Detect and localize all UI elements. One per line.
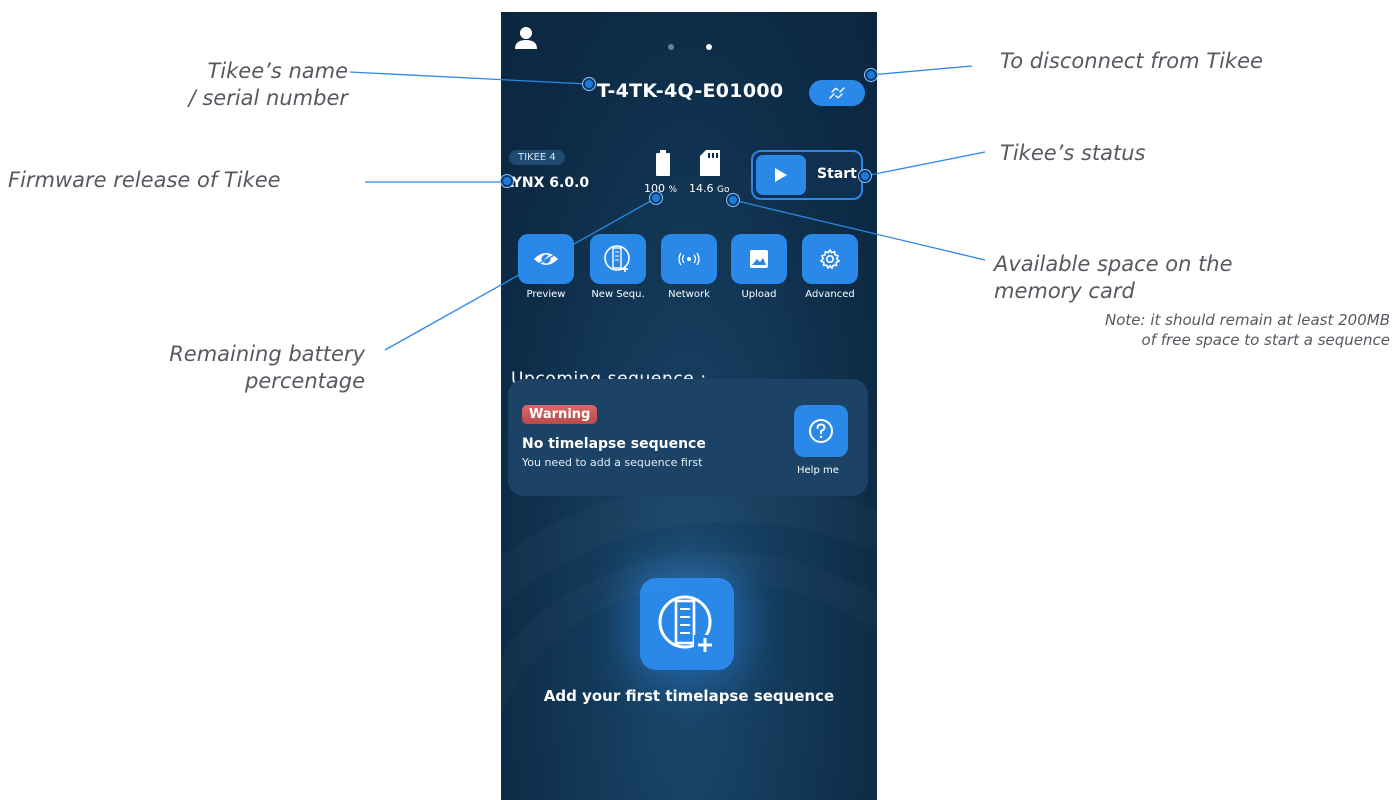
marker-serial <box>583 78 595 90</box>
marker-status <box>859 170 871 182</box>
preview-label: Preview <box>526 289 566 300</box>
warning-text: You need to add a sequence first <box>522 456 703 469</box>
user-icon[interactable] <box>515 26 537 50</box>
start-button-label: Start <box>817 166 857 182</box>
preview-button[interactable]: Preview <box>515 234 577 300</box>
annotation-firmware: Firmware release of Tikee <box>8 168 281 192</box>
play-box <box>756 155 806 195</box>
battery-icon <box>656 150 670 176</box>
annotation-space-line2: memory card <box>994 279 1135 303</box>
battery-unit: % <box>668 185 678 195</box>
warning-title: No timelapse sequence <box>522 436 706 452</box>
annotation-battery: Remaining battery percentage <box>80 341 365 395</box>
storage-value: 14.6 <box>689 182 714 195</box>
start-button[interactable]: Start <box>751 150 863 200</box>
page-dot-active[interactable] <box>706 44 712 50</box>
new-sequence-label: New Sequ. <box>591 289 645 300</box>
annotation-name: Tikee’s name / serial number <box>100 58 348 112</box>
network-button[interactable]: Network <box>658 234 720 300</box>
gear-icon <box>819 248 841 270</box>
storage-unit: Go <box>717 185 730 195</box>
marker-firmware <box>501 175 513 187</box>
annotation-name-line1: Tikee’s name <box>207 59 348 83</box>
marker-disconnect <box>865 69 877 81</box>
annotation-disconnect: To disconnect from Tikee <box>1000 49 1263 73</box>
firmware-version: LYNX 6.0.0 <box>505 175 590 191</box>
action-bar: Preview New Sequ. Network Upload Advance… <box>501 234 877 304</box>
annotation-battery-line1: Remaining battery <box>169 342 365 366</box>
annotation-space: Available space on the memory card <box>994 251 1334 305</box>
question-icon <box>809 419 833 443</box>
warning-badge: Warning <box>522 405 598 424</box>
advanced-button[interactable]: Advanced <box>799 234 861 300</box>
upcoming-card: Warning No timelapse sequence You need t… <box>508 379 868 496</box>
storage-available: 14.6 Go <box>689 182 729 195</box>
film-add-icon <box>604 245 630 272</box>
annotation-note-line2: of free space to start a sequence <box>1141 331 1390 349</box>
page-dot-inactive[interactable] <box>668 44 674 50</box>
eye-icon <box>534 253 558 265</box>
play-icon <box>775 168 787 182</box>
phone-screen: T-4TK-4Q-E01000 TIKEE 4 LYNX 6.0.0 100 %… <box>501 12 877 800</box>
add-sequence-button[interactable] <box>640 578 734 670</box>
annotation-note: Note: it should remain at least 200MB of… <box>980 310 1390 350</box>
annotation-name-line2: / serial number <box>188 86 348 110</box>
add-sequence-label: Add your first timelapse sequence <box>543 687 835 705</box>
film-add-icon <box>658 595 716 655</box>
signal-icon <box>678 252 700 266</box>
network-tile <box>661 234 717 284</box>
preview-tile <box>518 234 574 284</box>
device-serial: T-4TK-4Q-E01000 <box>597 80 784 102</box>
marker-battery <box>650 192 662 204</box>
network-label: Network <box>668 289 710 300</box>
annotation-battery-line2: percentage <box>244 369 365 393</box>
help-label: Help me <box>797 465 839 476</box>
new-sequence-tile <box>590 234 646 284</box>
annotation-status: Tikee’s status <box>1000 141 1146 165</box>
battery-percentage: 100 % <box>644 182 677 195</box>
advanced-tile <box>802 234 858 284</box>
upload-button[interactable]: Upload <box>728 234 790 300</box>
new-sequence-button[interactable]: New Sequ. <box>587 234 649 300</box>
upload-label: Upload <box>741 289 777 300</box>
annotation-note-line1: Note: it should remain at least 200MB <box>1104 311 1390 329</box>
advanced-label: Advanced <box>805 289 855 300</box>
help-button[interactable] <box>794 405 848 457</box>
marker-storage <box>727 194 739 206</box>
annotation-space-line1: Available space on the <box>994 252 1233 276</box>
memory-card-icon <box>700 150 720 176</box>
image-icon <box>750 250 768 268</box>
upload-tile <box>731 234 787 284</box>
disconnect-button[interactable] <box>809 80 865 106</box>
model-badge: TIKEE 4 <box>509 150 565 165</box>
unlink-icon <box>829 87 845 99</box>
